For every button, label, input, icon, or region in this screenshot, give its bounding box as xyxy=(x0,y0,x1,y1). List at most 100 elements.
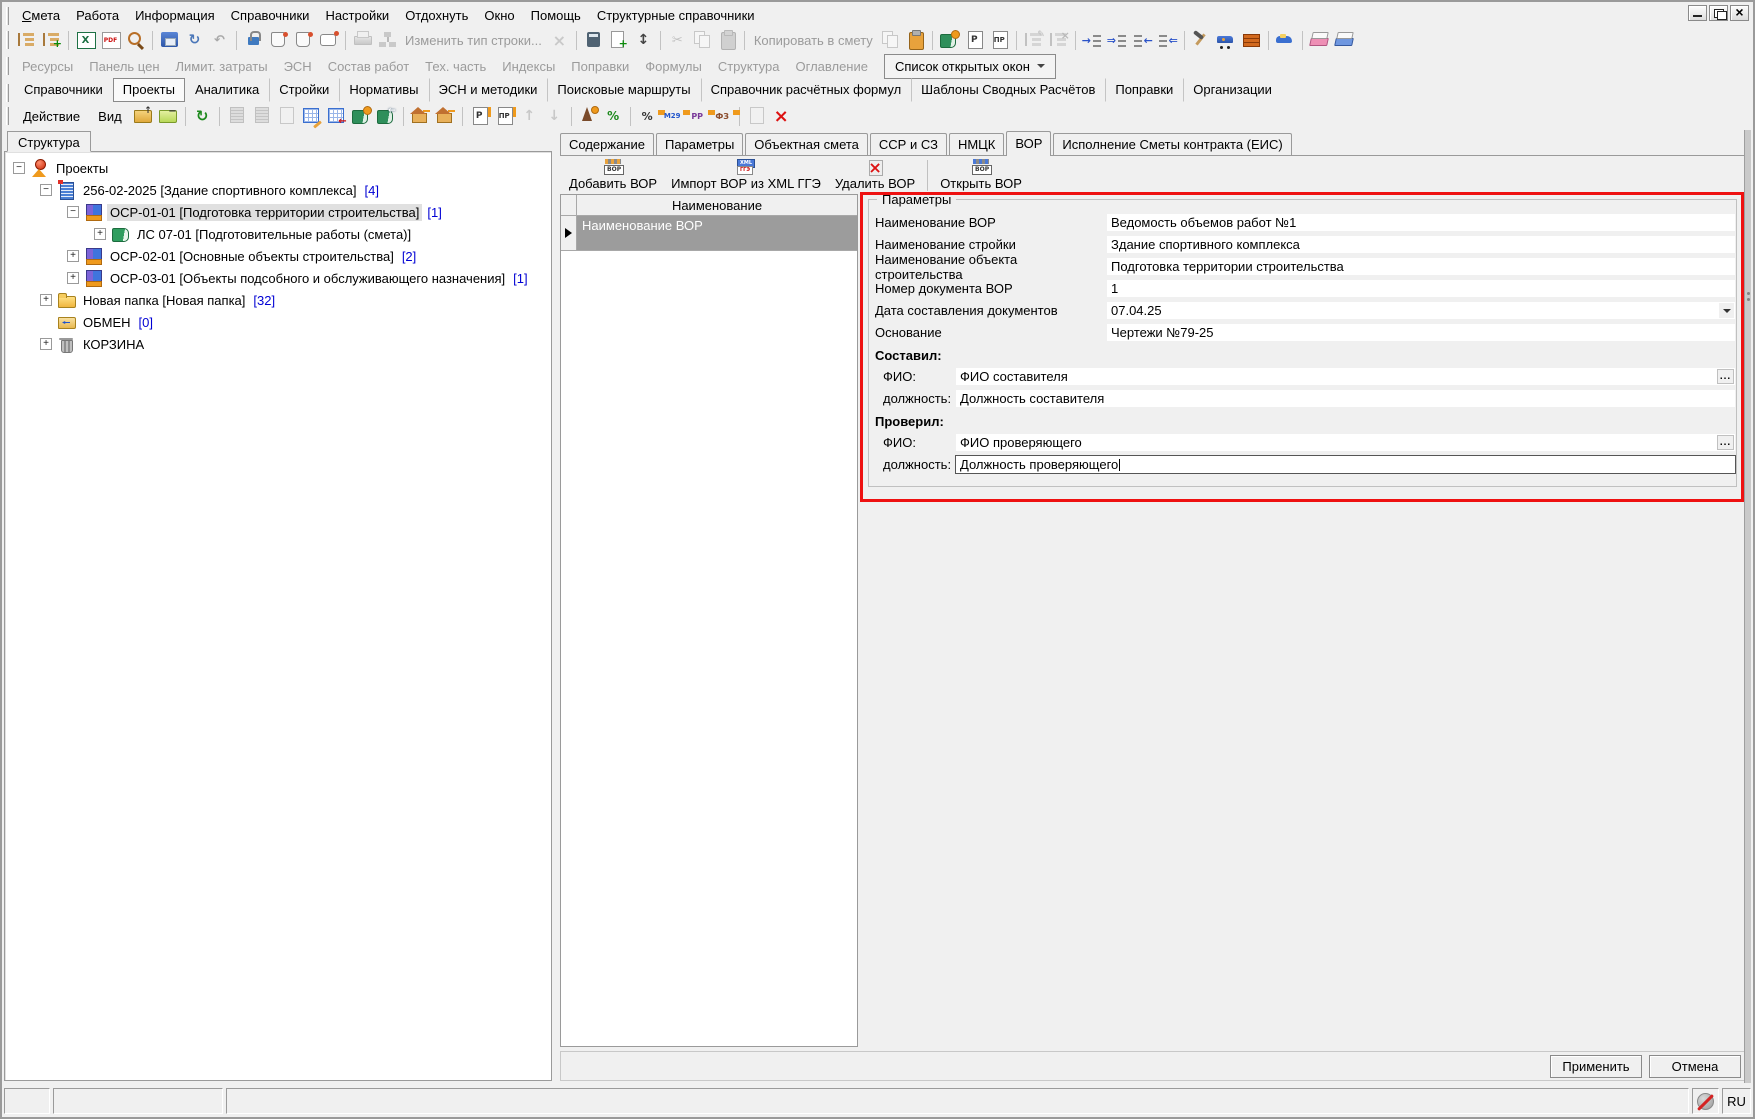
object-import-icon[interactable] xyxy=(433,105,458,127)
tab-soderzhanie[interactable]: Содержание xyxy=(560,133,654,155)
menu-informatsiya[interactable]: Информация xyxy=(127,5,223,26)
doc-pr-gear-icon[interactable] xyxy=(492,105,517,127)
index-percent-icon[interactable] xyxy=(601,105,626,127)
tree-expander-icon[interactable]: + xyxy=(40,338,52,350)
field-proveril-fio-input[interactable]: ФИО проверяющего... xyxy=(956,434,1735,451)
menu-spravochniki[interactable]: Справочники xyxy=(223,5,318,26)
tree-expander-icon[interactable]: + xyxy=(94,228,106,240)
tree-item-osr-01-01[interactable]: −ОСР-01-01 [Подготовка территории строит… xyxy=(8,201,548,223)
grid-edit-icon[interactable] xyxy=(299,105,324,127)
tree-item-osr-02-01[interactable]: +ОСР-02-01 [Основные объекты строительст… xyxy=(8,245,548,267)
tree-item-new-folder[interactable]: +Новая папка [Новая папка][32] xyxy=(8,289,548,311)
refresh-icon[interactable] xyxy=(182,29,207,51)
object-edit-icon[interactable] xyxy=(408,105,433,127)
list-column-header[interactable]: Наименование xyxy=(577,195,857,215)
pdf-export-icon[interactable] xyxy=(98,29,123,51)
save-icon[interactable] xyxy=(157,29,182,51)
insert-row-icon[interactable] xyxy=(266,29,291,51)
fz-icon[interactable] xyxy=(710,105,735,127)
tab-ssr-i-sz[interactable]: ССР и СЗ xyxy=(870,133,947,155)
tree-expander-icon[interactable]: + xyxy=(67,272,79,284)
field-sostavil-dolzhnost-input[interactable]: Должность составителя xyxy=(956,390,1735,407)
folder-up-icon[interactable] xyxy=(131,105,156,127)
sort-rows-icon[interactable] xyxy=(631,29,656,51)
tree-expander-icon[interactable]: + xyxy=(67,250,79,262)
transport-icon[interactable] xyxy=(1273,29,1298,51)
indent-in-icon[interactable] xyxy=(1080,29,1105,51)
menu-otdohnut[interactable]: Отдохнуть xyxy=(397,5,476,26)
view-menu[interactable]: Вид xyxy=(89,105,131,128)
tree-expander-icon[interactable]: − xyxy=(67,206,79,218)
menu-smeta[interactable]: Смета xyxy=(14,5,68,26)
tab-nmck[interactable]: НМЦК xyxy=(949,133,1004,155)
refresh-tree-icon[interactable] xyxy=(190,105,215,127)
tab-spravochniki[interactable]: Справочники xyxy=(14,78,113,102)
tab-shablony-svodnyh-raschetov[interactable]: Шаблоны Сводных Расчётов xyxy=(911,78,1105,102)
field-naimenovanie-obekta-input[interactable]: Подготовка территории строительства xyxy=(1107,258,1735,275)
toolbar-grip[interactable] xyxy=(6,57,9,75)
materials-icon[interactable] xyxy=(1239,29,1264,51)
delete-icon[interactable] xyxy=(769,105,794,127)
tab-parametry[interactable]: Параметры xyxy=(656,133,743,155)
tree-expander-icon[interactable]: − xyxy=(40,184,52,196)
field-nomer-dokumenta-vor-input[interactable]: 1 xyxy=(1107,280,1735,297)
action-menu[interactable]: Действие xyxy=(14,105,89,128)
tab-vor[interactable]: ВОР xyxy=(1006,131,1051,156)
insert-child-row-icon[interactable] xyxy=(291,29,316,51)
indent-out-icon[interactable] xyxy=(1130,29,1155,51)
search-icon[interactable] xyxy=(123,29,148,51)
grid-import-icon[interactable] xyxy=(324,105,349,127)
tree-item-projects[interactable]: −Проекты xyxy=(8,157,548,179)
structure-tree-add-icon[interactable] xyxy=(39,29,64,51)
menu-strukturnye-spravochniki[interactable]: Структурные справочники xyxy=(589,5,763,26)
protect-sheet-icon[interactable] xyxy=(241,29,266,51)
tree-item-osr-03-01[interactable]: +ОСР-03-01 [Объекты подсобного и обслужи… xyxy=(8,267,548,289)
summary-icon[interactable] xyxy=(576,105,601,127)
excel-export-icon[interactable] xyxy=(73,29,98,51)
tree-item-ls-07-01[interactable]: +ЛС 07-01 [Подготовительные работы (смет… xyxy=(8,223,548,245)
tab-spravochnik-raschetnyh-formul[interactable]: Справочник расчётных формул xyxy=(701,78,912,102)
estimate-book-icon[interactable] xyxy=(349,105,374,127)
calculator-icon[interactable] xyxy=(581,29,606,51)
toolbar-grip[interactable] xyxy=(6,107,9,125)
minimize-button[interactable] xyxy=(1688,5,1707,21)
tree-item-256-02-2025[interactable]: −256-02-2025 [Здание спортивного комплек… xyxy=(8,179,548,201)
tab-proekty[interactable]: Проекты xyxy=(113,78,185,102)
doc-pr-icon[interactable] xyxy=(987,29,1012,51)
machines-icon[interactable] xyxy=(1214,29,1239,51)
comment-icon[interactable] xyxy=(316,29,341,51)
menu-nastroyki[interactable]: Настройки xyxy=(317,5,397,26)
toolbar-grip[interactable] xyxy=(6,84,9,102)
vor-list-row[interactable]: Наименование ВОР xyxy=(561,216,857,251)
language-indicator[interactable]: RU xyxy=(1722,1088,1751,1114)
tree-expander-icon[interactable]: + xyxy=(40,294,52,306)
tab-stroyki[interactable]: Стройки xyxy=(269,78,339,102)
menu-pomosch[interactable]: Помощь xyxy=(523,5,589,26)
tree-item-korzina[interactable]: +КОРЗИНА xyxy=(8,333,548,355)
catalog-pink-icon[interactable] xyxy=(1307,29,1332,51)
tree-expander-icon[interactable]: − xyxy=(13,162,25,174)
tab-esn-i-metodiki[interactable]: ЭСН и методики xyxy=(429,78,548,102)
tab-organizatsii[interactable]: Организации xyxy=(1183,78,1282,102)
norm-book-icon[interactable] xyxy=(937,29,962,51)
right-splitter[interactable] xyxy=(1744,130,1751,1083)
catalog-blue-icon[interactable] xyxy=(1332,29,1357,51)
open-vor-button[interactable]: Открыть ВОР xyxy=(933,157,1029,194)
toolbar-grip[interactable] xyxy=(6,7,9,25)
tab-ispolnenie-smety-eis[interactable]: Исполнение Сметы контракта (ЕИС) xyxy=(1053,133,1291,155)
tab-analitika[interactable]: Аналитика xyxy=(185,78,269,102)
close-button[interactable] xyxy=(1730,5,1749,21)
doc-p-gear-icon[interactable] xyxy=(467,105,492,127)
add-vor-button[interactable]: Добавить ВОР xyxy=(562,157,664,194)
tab-poiskovye-marshruty[interactable]: Поисковые маршруты xyxy=(547,78,700,102)
doc-p-icon[interactable] xyxy=(962,29,987,51)
ellipsis-button[interactable]: ... xyxy=(1717,369,1734,384)
menu-rabota[interactable]: Работа xyxy=(68,5,127,26)
indent-out-all-icon[interactable] xyxy=(1155,29,1180,51)
indent-in-all-icon[interactable] xyxy=(1105,29,1130,51)
percent-gear-icon[interactable] xyxy=(635,105,660,127)
dropdown-arrow-icon[interactable] xyxy=(1719,303,1734,318)
restore-button[interactable] xyxy=(1709,5,1728,21)
field-data-sostavleniya-input[interactable]: 07.04.25 xyxy=(1107,302,1735,319)
pp-icon[interactable] xyxy=(685,105,710,127)
